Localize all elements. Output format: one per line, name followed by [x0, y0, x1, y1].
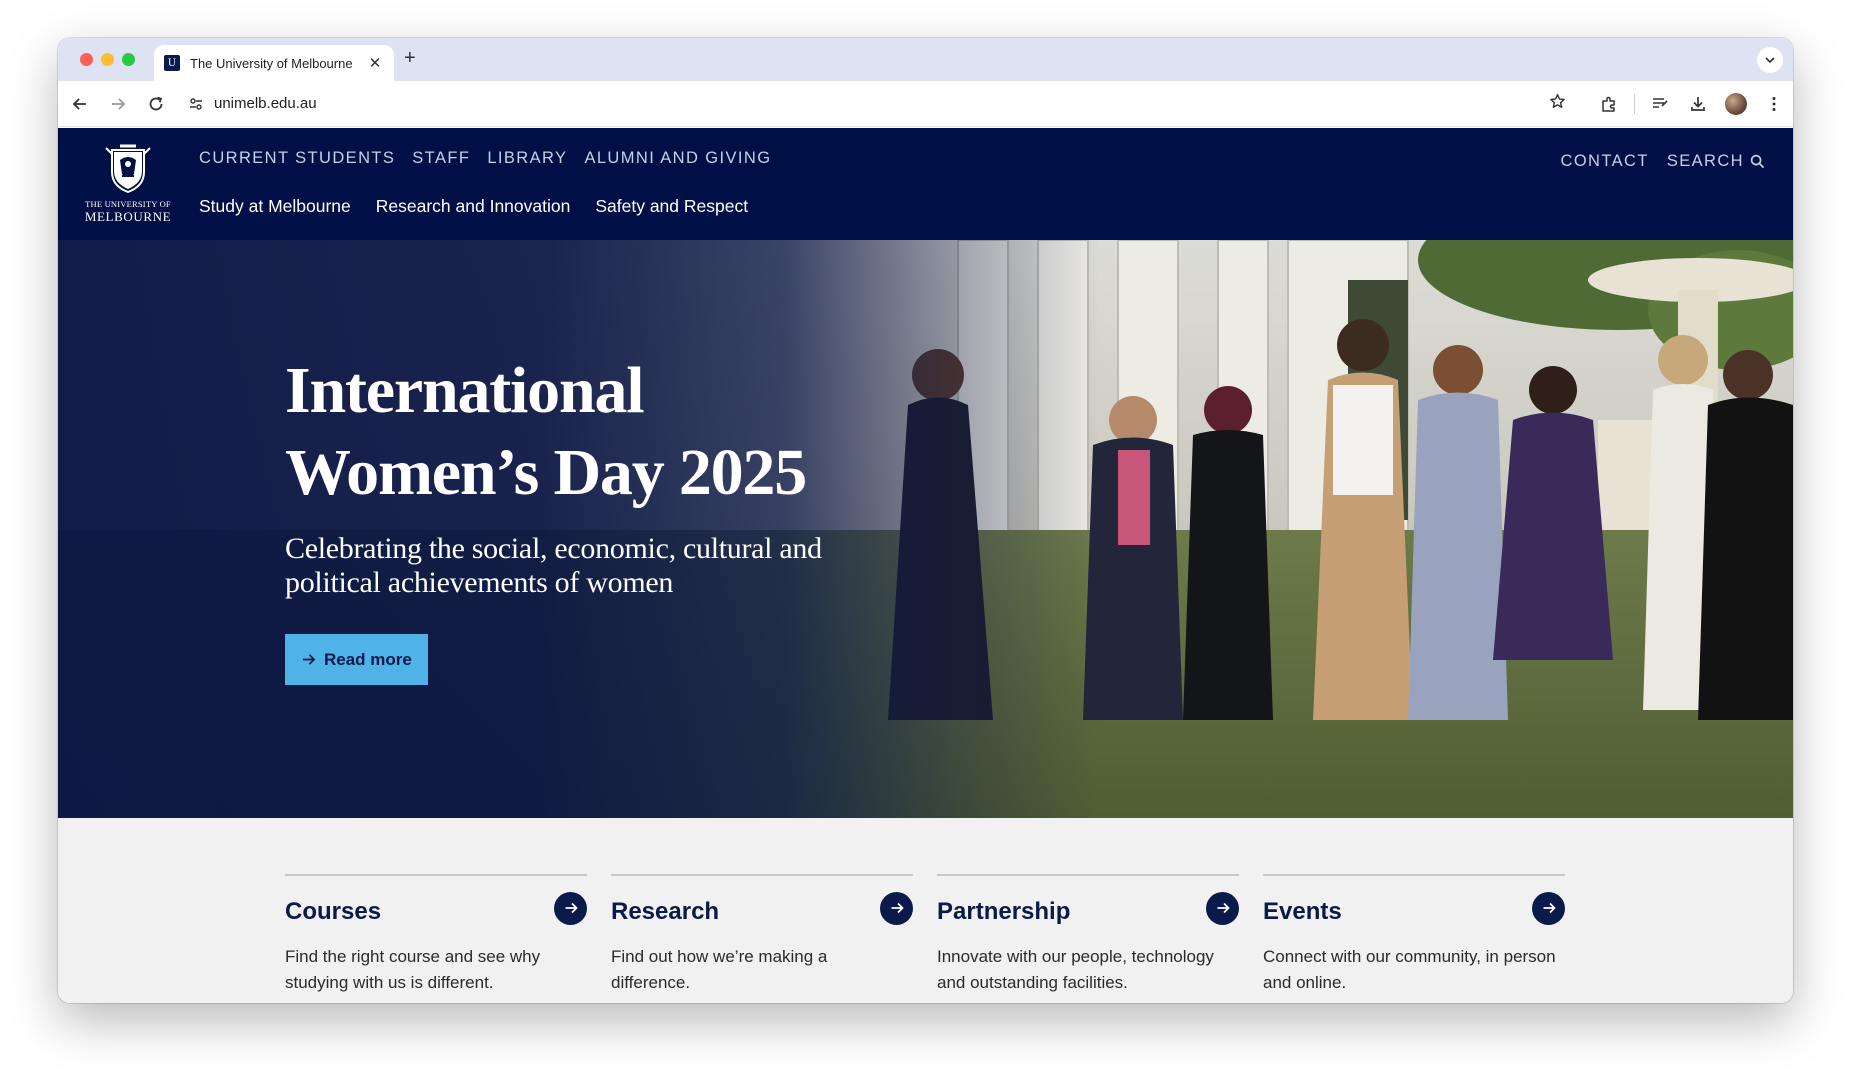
- close-window-button[interactable]: [80, 53, 93, 66]
- forward-arrow-icon: [112, 97, 126, 110]
- card-description-line1: Find out how we’re making a: [611, 947, 828, 966]
- browser-tab[interactable]: U The University of Melbourne ✕: [154, 45, 394, 81]
- hero-title-line1: International: [285, 354, 645, 427]
- address-bar[interactable]: unimelb.edu.au: [178, 87, 1590, 121]
- reading-list-icon[interactable]: [1643, 87, 1677, 121]
- nav-current-students[interactable]: CURRENT STUDENTS: [199, 149, 395, 168]
- card-title: Events: [1263, 898, 1342, 925]
- card-description-line2: studying with us is different.: [285, 973, 494, 992]
- feature-cards-section: Courses Find the right course and see wh…: [58, 818, 1793, 1003]
- downloads-icon[interactable]: [1681, 87, 1715, 121]
- card-description-line1: Connect with our community, in person: [1263, 947, 1556, 966]
- hero-banner: International Women’s Day 2025 Celebrati…: [58, 240, 1793, 818]
- arrow-right-circle-icon[interactable]: [880, 891, 913, 925]
- main-nav: Study at Melbourne Research and Innovati…: [199, 196, 748, 217]
- logo-text-line2: MELBOURNE: [84, 209, 172, 224]
- nav-alumni-and-giving[interactable]: ALUMNI AND GIVING: [584, 149, 771, 168]
- arrow-right-circle-icon[interactable]: [1206, 891, 1239, 925]
- hero-content: International Women’s Day 2025 Celebrati…: [285, 350, 905, 685]
- nav-safety-and-respect[interactable]: Safety and Respect: [595, 196, 748, 217]
- profile-avatar[interactable]: [1725, 92, 1747, 115]
- bookmark-star-icon[interactable]: [1549, 93, 1566, 115]
- arrow-right-circle-icon[interactable]: [554, 891, 587, 925]
- search-icon: [1750, 154, 1765, 169]
- card-description-line2: and outstanding facilities.: [937, 973, 1128, 992]
- url-text: unimelb.edu.au: [214, 95, 317, 112]
- card-description-line2: and online.: [1263, 973, 1347, 992]
- card-title: Courses: [285, 898, 382, 925]
- browser-window: U The University of Melbourne ✕ + unimel…: [58, 38, 1793, 1003]
- hero-subtitle-line1: Celebrating the social, economic, cultur…: [285, 532, 822, 565]
- card-title: Research: [611, 898, 720, 925]
- zoom-window-button[interactable]: [122, 53, 135, 66]
- favicon-icon: U: [164, 55, 180, 71]
- reload-button[interactable]: [138, 86, 174, 122]
- nav-staff[interactable]: STAFF: [412, 149, 470, 168]
- tab-strip: U The University of Melbourne ✕ +: [58, 38, 1793, 81]
- search-button[interactable]: SEARCH: [1667, 152, 1765, 171]
- arrow-right-icon: [302, 654, 316, 665]
- card-research[interactable]: Research Find out how we’re making a dif…: [611, 874, 913, 996]
- arrow-right-circle-icon[interactable]: [1532, 891, 1565, 925]
- close-tab-icon[interactable]: ✕: [366, 54, 384, 72]
- tab-title: The University of Melbourne: [190, 55, 353, 71]
- card-courses[interactable]: Courses Find the right course and see wh…: [285, 874, 587, 996]
- browser-toolbar: unimelb.edu.au: [58, 81, 1793, 127]
- hero-subtitle-line2: political achievements of women: [285, 566, 674, 599]
- new-tab-icon[interactable]: +: [404, 47, 416, 70]
- nav-study-at-melbourne[interactable]: Study at Melbourne: [199, 196, 351, 217]
- card-description: Innovate with our people, technology and…: [937, 944, 1239, 996]
- forward-button[interactable]: [100, 86, 136, 122]
- read-more-button[interactable]: Read more: [285, 634, 428, 685]
- menu-kebab-icon[interactable]: [1757, 87, 1791, 121]
- card-description: Find out how we’re making a difference.: [611, 944, 913, 996]
- hero-subtitle: Celebrating the social, economic, cultur…: [285, 532, 905, 600]
- card-description-line1: Find the right course and see why: [285, 947, 541, 966]
- university-logo[interactable]: THE UNIVERSITY OF MELBOURNE: [84, 142, 172, 228]
- reload-icon: [149, 96, 163, 110]
- nav-research-and-innovation[interactable]: Research and Innovation: [376, 196, 571, 217]
- utility-nav: CURRENT STUDENTS STAFF LIBRARY ALUMNI AN…: [199, 149, 771, 168]
- search-label: SEARCH: [1666, 152, 1744, 170]
- logo-text-line1: THE UNIVERSITY OF: [85, 199, 171, 209]
- extensions-icon[interactable]: [1592, 87, 1626, 121]
- read-more-label: Read more: [324, 649, 412, 669]
- card-description-line2: difference.: [611, 973, 691, 992]
- header-actions: CONTACT SEARCH: [1561, 152, 1766, 171]
- toolbar-divider: [1634, 93, 1635, 114]
- site-settings-icon[interactable]: [186, 94, 206, 114]
- hero-title-line2: Women’s Day 2025: [285, 436, 807, 509]
- site-header: THE UNIVERSITY OF MELBOURNE CURRENT STUD…: [58, 128, 1793, 240]
- tab-search-chevron-icon[interactable]: [1757, 47, 1783, 73]
- nav-library[interactable]: LIBRARY: [487, 149, 567, 168]
- card-description: Connect with our community, in person an…: [1263, 944, 1565, 996]
- card-title: Partnership: [937, 898, 1071, 925]
- contact-link[interactable]: CONTACT: [1561, 152, 1649, 171]
- card-events[interactable]: Events Connect with our community, in pe…: [1263, 874, 1565, 996]
- minimize-window-button[interactable]: [101, 53, 114, 66]
- back-arrow-icon: [72, 97, 86, 110]
- card-description-line1: Innovate with our people, technology: [937, 947, 1214, 966]
- card-description: Find the right course and see why studyi…: [285, 944, 587, 996]
- card-partnership[interactable]: Partnership Innovate with our people, te…: [937, 874, 1239, 996]
- crest-icon: [105, 144, 151, 194]
- hero-title: International Women’s Day 2025: [285, 350, 905, 514]
- back-button[interactable]: [62, 86, 98, 122]
